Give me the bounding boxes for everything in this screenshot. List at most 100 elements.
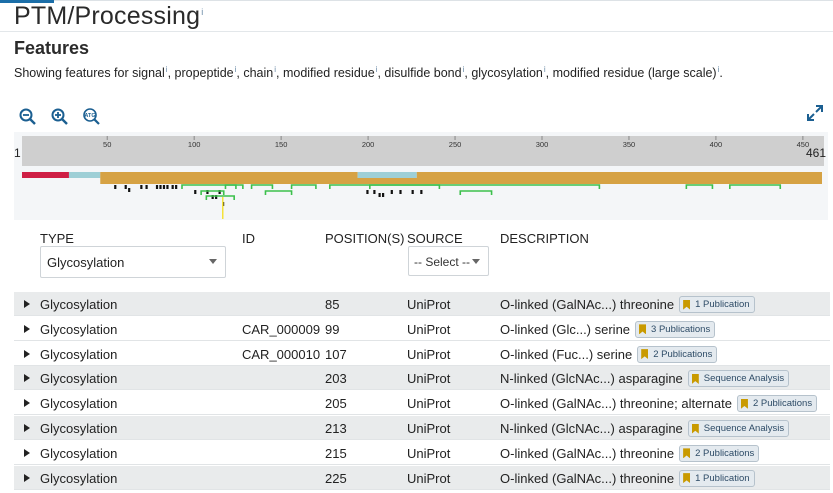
table-row[interactable]: Glycosylation 203 UniProt N-linked (GlcNAc.… <box>14 366 830 391</box>
cell-type: Glycosylation <box>40 396 118 412</box>
bookmark-icon <box>683 473 691 484</box>
section-info-icon[interactable]: i <box>201 7 203 17</box>
zoom-in-icon[interactable] <box>50 107 70 127</box>
cell-description: N-linked (GlcNAc...) asparagine Sequence … <box>500 420 790 438</box>
expand-row-icon[interactable] <box>24 349 30 358</box>
bookmark-icon <box>691 423 699 434</box>
cell-type: Glycosylation <box>40 297 118 312</box>
evidence-label: 2 Publications <box>752 398 813 410</box>
evidence-label: 2 Publications <box>695 447 755 459</box>
feature-type-label: modified residue (large scale) <box>552 66 717 81</box>
info-icon[interactable]: i <box>718 65 720 74</box>
cell-type: Glycosylation <box>40 321 118 337</box>
table-row[interactable]: Glycosylation 205 UniProt O-linked (GalNAc.… <box>14 391 830 416</box>
description-text: O-linked (GalNAc...) threonine <box>500 297 675 312</box>
zoom-out-icon[interactable] <box>18 107 38 127</box>
cell-description: O-linked (GalNAc...) threonine 1 Publicat… <box>500 469 755 488</box>
chevron-down-icon <box>472 259 480 264</box>
info-icon[interactable]: i <box>235 65 237 74</box>
source-filter-select[interactable]: -- Select -- <box>408 246 489 276</box>
evidence-label: Sequence Analysis <box>703 423 785 435</box>
cell-source: UniProt <box>407 445 451 461</box>
evidence-label: 1 Publication <box>695 472 750 484</box>
table-row[interactable]: Glycosylation CAR_000009 99 UniProt O-linked… <box>14 317 830 341</box>
features-title: Features <box>14 38 90 58</box>
info-icon[interactable]: i <box>274 65 276 74</box>
header-source: SOURCE <box>407 231 463 246</box>
cell-type: Glycosylation <box>40 346 118 362</box>
info-icon[interactable]: i <box>376 65 378 74</box>
cell-description: O-linked (GalNAc...) threonine 2 Publicat… <box>500 444 760 463</box>
header-positions: POSITION(S) <box>325 231 405 246</box>
evidence-badge[interactable]: 1 Publication <box>679 296 755 314</box>
expand-row-icon[interactable] <box>24 374 30 383</box>
header-type: TYPE <box>40 231 74 246</box>
feature-type-label: propeptide <box>174 66 234 81</box>
cell-position[interactable]: 205 <box>325 396 347 411</box>
cell-type: Glycosylation <box>40 421 118 436</box>
evidence-badge[interactable]: 3 Publications <box>635 320 716 338</box>
cell-position[interactable]: 99 <box>325 322 339 337</box>
feature-type-label: glycosylation <box>471 66 543 81</box>
feature-type-label: disulfide bond <box>384 66 462 81</box>
expand-row-icon[interactable] <box>24 424 30 432</box>
cell-position[interactable]: 107 <box>325 347 347 362</box>
table-row[interactable]: Glycosylation CAR_000010 107 UniProt O-linke… <box>14 342 830 366</box>
evidence-badge[interactable]: Sequence Analysis <box>687 420 790 438</box>
info-icon[interactable]: i <box>463 65 465 74</box>
cell-id: CAR_000010 <box>242 346 321 362</box>
expand-row-icon[interactable] <box>24 399 30 408</box>
bookmark-icon <box>683 448 691 459</box>
section-divider <box>0 31 833 32</box>
evidence-badge[interactable]: 2 Publications <box>637 345 718 363</box>
evidence-label: 1 Publication <box>695 299 750 311</box>
expand-row-icon[interactable] <box>24 300 30 308</box>
expand-row-icon[interactable] <box>24 473 30 482</box>
cell-position[interactable]: 225 <box>325 471 347 486</box>
expand-row-icon[interactable] <box>24 324 30 333</box>
viewer-toolbar: ATG <box>18 107 102 127</box>
cell-id: CAR_000009 <box>242 321 321 337</box>
cell-position[interactable]: 215 <box>325 446 347 461</box>
bookmark-icon <box>641 349 649 360</box>
feature-type-label: signal <box>132 66 165 81</box>
cell-source: UniProt <box>407 346 451 362</box>
header-id: ID <box>242 231 255 246</box>
cell-source: UniProt <box>407 297 451 312</box>
description-text: O-linked (Fuc...) serine <box>500 346 633 362</box>
sequence-ruler[interactable] <box>22 136 824 166</box>
evidence-badge[interactable]: 1 Publication <box>679 469 755 487</box>
cell-description: O-linked (Glc...) serine 3 Publications <box>500 320 716 339</box>
cell-position[interactable]: 203 <box>325 371 347 386</box>
bookmark-icon <box>691 373 699 384</box>
info-icon[interactable]: i <box>544 65 546 74</box>
type-filter-select[interactable]: Glycosylation <box>40 246 226 278</box>
bookmark-icon <box>683 299 691 310</box>
evidence-badge[interactable]: Sequence Analysis <box>687 370 790 388</box>
expand-arrows-icon[interactable] <box>806 104 824 122</box>
evidence-badge[interactable]: 2 Publications <box>736 395 818 413</box>
cell-source: UniProt <box>407 371 451 387</box>
header-description: DESCRIPTION <box>500 231 589 246</box>
cell-source: UniProt <box>407 421 451 436</box>
evidence-badge[interactable]: 2 Publications <box>679 444 760 462</box>
source-filter-value: -- Select -- <box>414 255 471 269</box>
description-text: O-linked (Glc...) serine <box>500 321 631 337</box>
info-icon[interactable]: i <box>166 65 168 74</box>
ruler-start: 1 <box>14 146 21 160</box>
cell-type: Glycosylation <box>40 371 118 387</box>
cell-position[interactable]: 85 <box>325 297 339 312</box>
cell-position[interactable]: 213 <box>325 421 347 436</box>
description-text: N-linked (GlcNAc...) asparagine <box>500 371 683 387</box>
table-row[interactable]: Glycosylation 85 UniProt O-linked (GalNAc..… <box>14 292 830 316</box>
cell-source: UniProt <box>407 470 451 486</box>
table-row[interactable]: Glycosylation 225 UniProt O-linked (GalNAc.… <box>14 465 830 490</box>
cell-description: N-linked (GlcNAc...) asparagine Sequence … <box>500 370 790 388</box>
ruler-end: 461 <box>806 146 827 160</box>
description-text: O-linked (GalNAc...) threonine <box>500 470 675 486</box>
sequence-atg-icon[interactable]: ATG <box>82 107 102 127</box>
expand-row-icon[interactable] <box>24 448 30 457</box>
table-row[interactable]: Glycosylation 213 UniProt N-linked (GlcNAc.… <box>14 416 830 440</box>
atg-label: ATG <box>84 113 95 119</box>
table-row[interactable]: Glycosylation 215 UniProt O-linked (GalNAc.… <box>14 441 830 465</box>
